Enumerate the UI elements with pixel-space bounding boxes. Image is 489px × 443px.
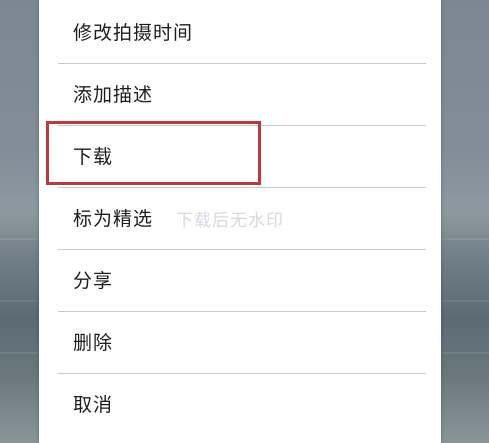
- menu-item-share[interactable]: 分享: [39, 250, 441, 312]
- menu-item-label: 修改拍摄时间: [73, 22, 194, 44]
- menu-item-label: 删除: [73, 332, 114, 354]
- menu-item-cancel[interactable]: 取消: [39, 374, 441, 436]
- menu-item-mark-featured[interactable]: 标为精选: [39, 188, 441, 250]
- menu-item-label: 取消: [73, 394, 114, 416]
- menu-item-edit-capture-time[interactable]: 修改拍摄时间: [39, 2, 441, 64]
- menu-item-download[interactable]: 下载: [39, 126, 441, 188]
- menu-item-label: 标为精选: [73, 208, 154, 230]
- menu-item-label: 分享: [73, 270, 114, 292]
- menu-item-label: 添加描述: [73, 84, 154, 106]
- menu-item-delete[interactable]: 删除: [39, 312, 441, 374]
- menu-item-label: 下载: [73, 146, 114, 168]
- menu-item-add-description[interactable]: 添加描述: [39, 64, 441, 126]
- action-menu: 修改拍摄时间 添加描述 下载 标为精选 分享 删除 取消: [39, 0, 441, 443]
